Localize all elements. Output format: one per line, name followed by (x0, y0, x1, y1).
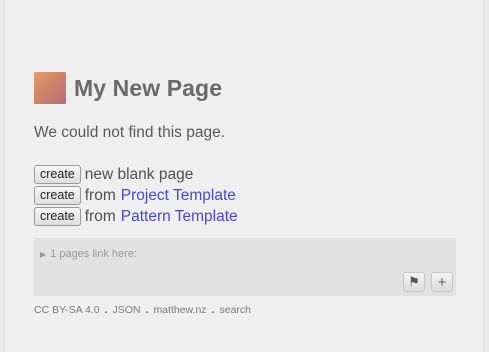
add-button[interactable]: + (431, 272, 453, 292)
create-project-template-button[interactable]: create (34, 186, 81, 205)
option-pattern-template: create from Pattern Template (34, 206, 238, 227)
search-link[interactable]: search (219, 304, 251, 316)
page-footer-panel: ▶ 1 pages link here: ⚑ + (34, 238, 456, 296)
option-text: new blank page (84, 165, 194, 183)
option-project-template: create from Project Template (34, 185, 238, 206)
separator: . (104, 304, 108, 316)
not-found-message: We could not find this page. (34, 124, 226, 141)
separator: . (211, 304, 215, 316)
footer-links: CC BY-SA 4.0 . JSON . matthew.nz . searc… (34, 304, 251, 316)
option-text: from (84, 207, 116, 225)
site-link[interactable]: matthew.nz (153, 304, 206, 316)
page-title[interactable]: My New Page (74, 75, 222, 102)
page-header: My New Page (34, 72, 222, 104)
plus-icon: + (437, 273, 447, 291)
create-blank-button[interactable]: create (34, 165, 81, 184)
site-favicon-icon[interactable] (34, 72, 66, 104)
option-blank-page: create new blank page (34, 164, 238, 185)
flag-icon: ⚑ (408, 274, 420, 289)
option-text: from (84, 186, 116, 204)
project-template-link[interactable]: Project Template (121, 187, 236, 205)
page-card: My New Page We could not find this page.… (4, 0, 484, 352)
separator: . (145, 304, 149, 316)
pattern-template-link[interactable]: Pattern Template (121, 208, 238, 226)
backlinks-label: 1 pages link here: (50, 248, 137, 260)
backlinks-toggle[interactable]: ▶ 1 pages link here: (40, 248, 137, 260)
flag-button[interactable]: ⚑ (403, 272, 425, 292)
create-pattern-template-button[interactable]: create (34, 207, 81, 226)
create-options: create new blank page create from Projec… (34, 164, 238, 227)
json-link[interactable]: JSON (113, 304, 141, 316)
disclosure-triangle-icon: ▶ (40, 249, 47, 259)
license-link[interactable]: CC BY-SA 4.0 (34, 304, 100, 316)
